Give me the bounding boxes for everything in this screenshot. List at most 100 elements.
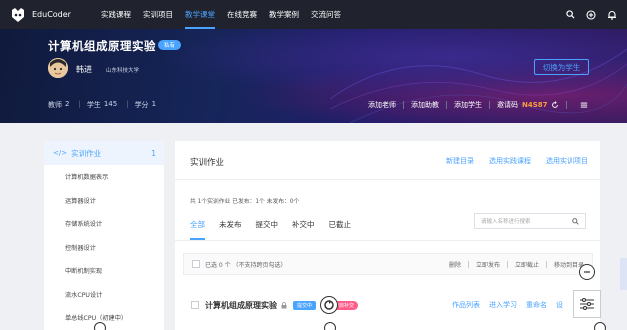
sidebar-item[interactable]: 存储系统设计 (44, 212, 164, 236)
row-actions: 作品列表 进入学习 重命名 设 (452, 300, 563, 310)
rename-link[interactable]: 重命名 (526, 300, 547, 310)
invite-label: 邀请码 (497, 101, 518, 109)
nav-cases[interactable]: 教学案例 (263, 0, 305, 29)
status-tabs: 全部 未发布 提交中 补交中 已截止 (190, 219, 351, 240)
logo[interactable]: EduCoder (10, 7, 71, 23)
divider (403, 101, 404, 109)
select-project-link[interactable]: 选用实训项目 (546, 156, 588, 166)
search-input[interactable]: 请输入名称进行搜索 (474, 213, 586, 229)
bulk-toolbar: 已选 0 个 （不支持跨页勾选） 删除 立即发布 立即截止 移动到目录 (183, 253, 593, 275)
stat-teacher-value: 2 (65, 100, 70, 108)
refresh-icon (324, 300, 334, 310)
divider: | (126, 100, 129, 108)
divider (565, 101, 567, 109)
selected-count-text: 已选 0 个 （不支持跨页勾选） (205, 261, 287, 269)
sidebar-item-training-homework[interactable]: </> 实训作业 1 (44, 141, 164, 165)
add-assistant-button[interactable]: 添加助教 (411, 100, 439, 110)
drag-handle-icon[interactable] (320, 296, 338, 314)
sidebar-item[interactable]: 中断机制实现 (44, 259, 164, 283)
tab-late-submission[interactable]: 补交中 (292, 219, 315, 240)
top-navbar: EduCoder 实践课程 实训项目 教学课堂 在线竞赛 教学案例 交流问答 (0, 0, 627, 29)
left-sidebar: </> 实训作业 1 计算机数据表示 运算器设计 存储系统设计 控制器设计 中断… (44, 141, 164, 330)
scroll-marker-icon[interactable] (94, 322, 106, 330)
scroll-marker-icon[interactable] (324, 322, 336, 330)
scroll-marker-icon[interactable] (594, 322, 606, 330)
sidebar-item[interactable]: 运算器设计 (44, 189, 164, 213)
avatar[interactable] (48, 58, 68, 78)
divider (446, 101, 447, 109)
menu-icon[interactable] (580, 101, 588, 109)
nav-practice-courses[interactable]: 实践课程 (95, 0, 137, 29)
add-teacher-button[interactable]: 添加老师 (368, 100, 396, 110)
divider (175, 179, 600, 180)
collapse-icon[interactable] (579, 264, 595, 280)
sidebar-item[interactable]: 流水CPU设计 (44, 283, 164, 307)
divider (175, 240, 600, 241)
refresh-icon[interactable] (551, 101, 559, 109)
divider (506, 260, 508, 268)
course-banner: 计算机组成原理实验 私有 韩进 山东科技大学 切换为学生 教师 2 | 学生 1… (0, 29, 627, 123)
sidebar-item[interactable]: 计算机数据表示 (44, 165, 164, 189)
logo-text: EduCoder (32, 10, 71, 19)
tab-unpublished[interactable]: 未发布 (219, 219, 242, 240)
row-checkbox[interactable] (191, 301, 199, 309)
nav-competitions[interactable]: 在线竞赛 (221, 0, 263, 29)
stat-credit-value: 1 (151, 100, 157, 108)
search-icon[interactable] (566, 10, 575, 19)
summary-text: 共 1个实训作业 已发布：1个 未发布：0个 (190, 199, 300, 205)
close-now-button[interactable]: 立即截止 (515, 260, 539, 269)
tab-closed[interactable]: 已截止 (329, 219, 352, 240)
tab-submitting[interactable]: 提交中 (256, 219, 279, 240)
list-item: 计算机组成原理实验 提交中 开启补交 作品列表 进入学习 重命名 设 (183, 291, 593, 319)
banner-actions: 添加老师 添加助教 添加学生 邀请码 N4S87 (368, 100, 588, 110)
main-nav: 实践课程 实训项目 教学课堂 在线竞赛 教学案例 交流问答 (95, 0, 347, 29)
status-badge: 提交中 (293, 300, 317, 310)
invite-code: N4S87 (522, 101, 548, 109)
stat-credit-label: 学分 (134, 101, 149, 109)
school-name: 山东科技大学 (106, 68, 140, 74)
nav-classroom[interactable]: 教学课堂 (179, 0, 221, 29)
sidebar-item[interactable]: 控制器设计 (44, 236, 164, 260)
settings-link[interactable]: 设 (556, 300, 563, 310)
works-list-link[interactable]: 作品列表 (452, 300, 480, 310)
tab-all[interactable]: 全部 (190, 219, 205, 240)
top-links: 新建目录 选用实践课程 选用实训项目 (446, 156, 588, 166)
divider (467, 260, 469, 268)
stat-student-label: 学生 (86, 101, 101, 109)
new-directory-link[interactable]: 新建目录 (446, 156, 474, 166)
add-circle-icon[interactable] (586, 9, 596, 20)
top-icons (566, 0, 617, 29)
divider: | (78, 100, 81, 108)
main-panel: 实训作业 新建目录 选用实践课程 选用实训项目 共 1个实训作业 已发布：1个 … (175, 141, 600, 330)
select-course-link[interactable]: 选用实践课程 (489, 156, 531, 166)
delete-button[interactable]: 删除 (449, 260, 461, 269)
lock-icon (281, 301, 287, 308)
code-icon: </> (53, 149, 68, 157)
publish-now-button[interactable]: 立即发布 (476, 260, 500, 269)
nav-training-projects[interactable]: 实训项目 (137, 0, 179, 29)
sidebar-head-count: 1 (151, 148, 156, 158)
stat-student-value: 145 (103, 100, 118, 108)
homework-title[interactable]: 计算机组成原理实验 (205, 300, 277, 311)
add-student-button[interactable]: 添加学生 (454, 100, 482, 110)
search-icon[interactable] (572, 218, 579, 225)
stat-teacher-label: 教师 (48, 101, 62, 109)
teacher-name: 韩进 (76, 65, 92, 74)
search-placeholder: 请输入名称进行搜索 (481, 219, 531, 225)
settings-panel-button[interactable] (573, 290, 601, 318)
switch-to-student-button[interactable]: 切换为学生 (534, 59, 589, 75)
scrollbar[interactable] (620, 258, 627, 290)
course-title: 计算机组成原理实验 (48, 39, 156, 53)
nav-forum[interactable]: 交流问答 (305, 0, 347, 29)
divider (545, 260, 547, 268)
page-title: 实训作业 (190, 158, 225, 168)
select-all-checkbox[interactable] (192, 260, 200, 268)
bell-icon[interactable] (607, 10, 617, 20)
sidebar-head-label: 实训作业 (71, 148, 102, 158)
private-badge: 私有 (158, 40, 182, 50)
divider (489, 101, 490, 109)
bulk-actions: 删除 立即发布 立即截止 移动到目录 (449, 260, 584, 269)
course-stats: 教师 2 | 学生 145 | 学分 1 (48, 100, 159, 110)
enter-study-link[interactable]: 进入学习 (489, 300, 517, 310)
sliders-icon (580, 298, 594, 310)
